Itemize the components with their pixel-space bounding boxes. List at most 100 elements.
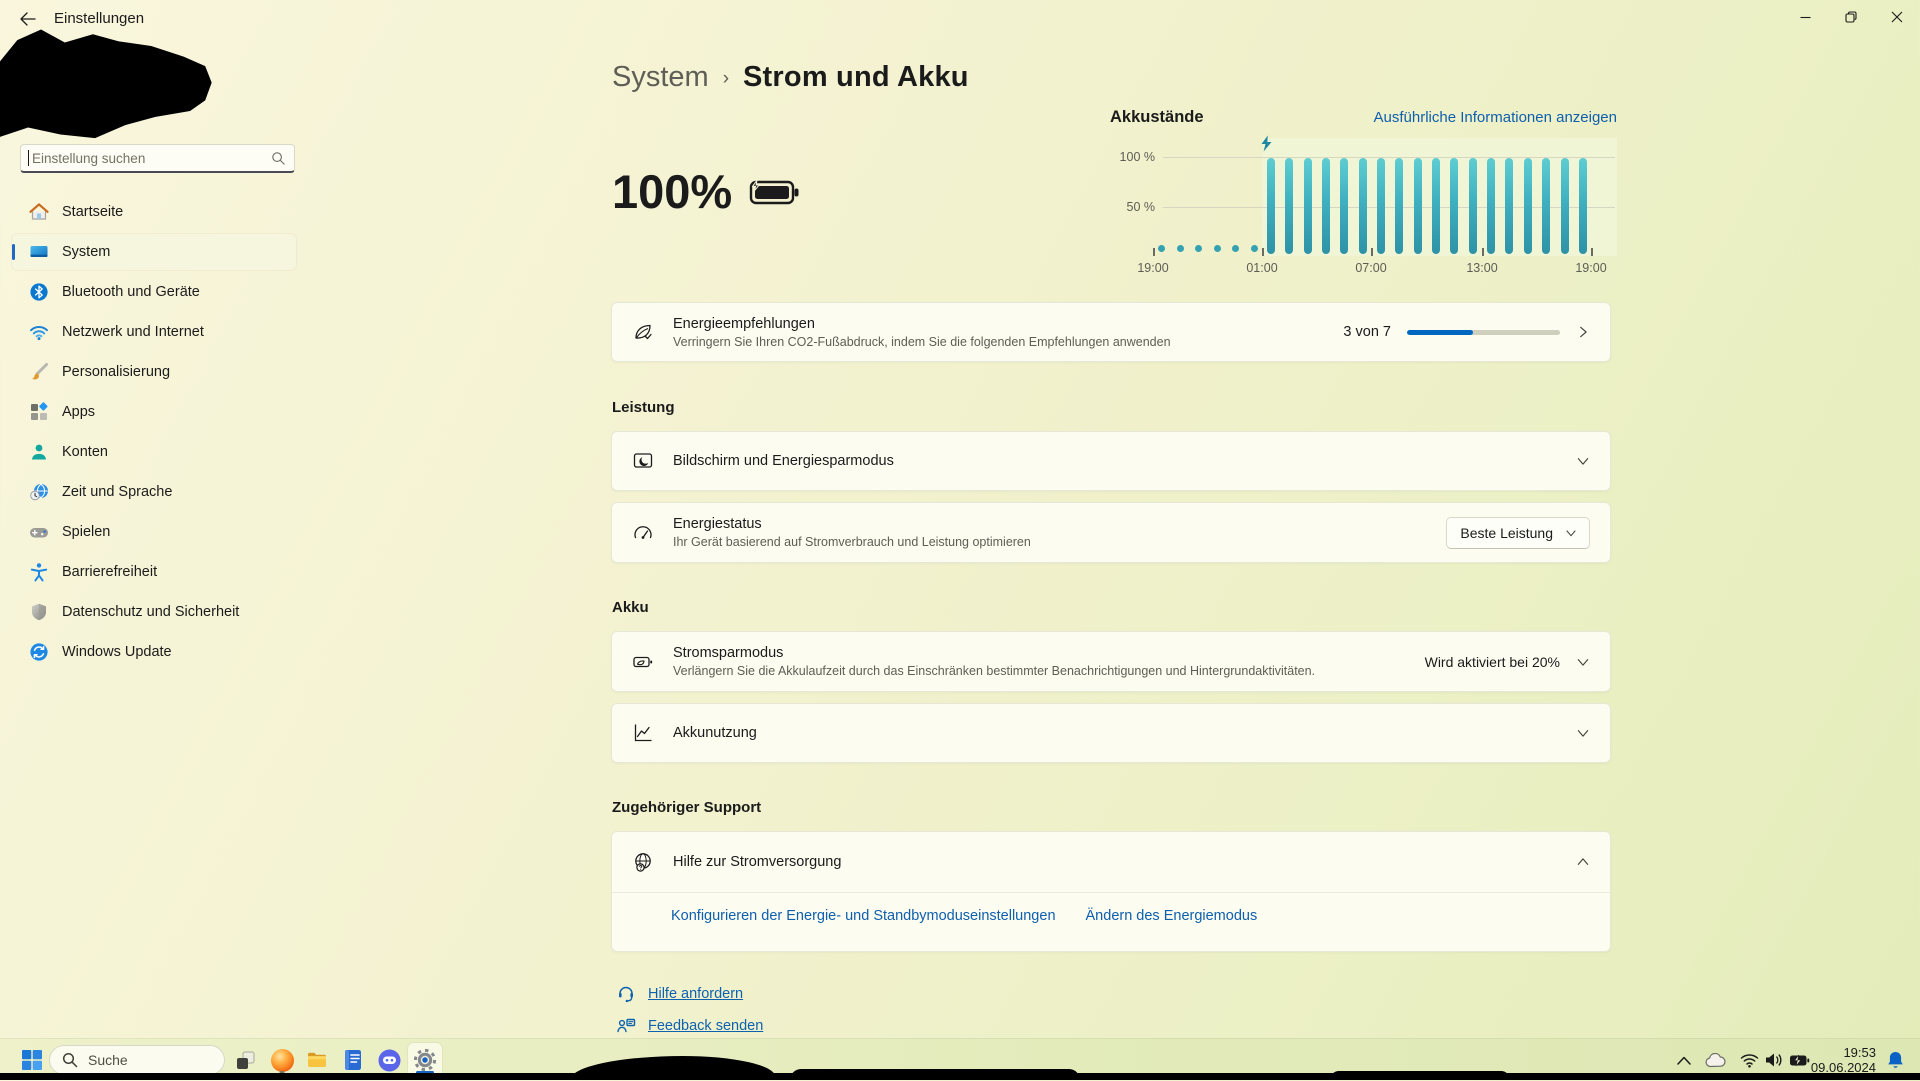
sidebar-item-label: Apps [62,404,96,420]
firefox-button[interactable] [265,1043,299,1077]
chevron-right-icon [1580,326,1587,338]
settings-sidebar: Startseite System Bluetooth und Geräte N… [12,194,296,674]
feedback-icon [617,1018,636,1033]
sidebar-item-label: Barrierefreiheit [62,564,158,580]
x-tick-mark [1482,248,1484,256]
x-tick-label: 01:00 [1246,261,1278,275]
energy-recommendations-card[interactable]: Energieempfehlungen Verringern Sie Ihren… [611,302,1611,362]
chevron-down-icon[interactable] [1576,454,1590,468]
send-feedback-link[interactable]: Feedback senden [616,1016,763,1036]
battery-level-hero: 100% [612,164,800,219]
sidebar-item-datenschutz[interactable]: Datenschutz und Sicherheit [12,594,296,630]
chevron-down-icon[interactable] [1576,655,1590,669]
display-sleep-card[interactable]: Bildschirm und Energiesparmodus [611,431,1611,491]
x-tick-label: 07:00 [1355,261,1387,275]
taskbar-search-placeholder: Suche [88,1052,128,1068]
close-button[interactable] [1874,0,1920,34]
section-heading-akku: Akku [612,599,649,616]
chevron-up-icon[interactable] [1576,855,1590,869]
sidebar-item-system[interactable]: System [12,234,296,270]
power-help-card: Hilfe zur Stromversorgung Konfigurieren … [611,831,1611,952]
energy-mode-dropdown[interactable]: Beste Leistung [1446,516,1590,549]
sidebar-item-windows-update[interactable]: Windows Update [12,634,296,670]
change-energy-mode-link[interactable]: Ändern des Energiemodus [1086,908,1258,924]
x-tick-mark [1371,248,1373,256]
get-help-icon [619,986,633,1003]
y-tick-100: 100 % [1119,150,1155,164]
battery-charging-icon [1789,1054,1809,1066]
y-tick-50: 50 % [1126,200,1156,214]
gaming-icon [30,528,48,538]
x-tick-mark [1153,248,1155,256]
privacy-shield-icon [32,603,46,621]
sidebar-item-label: Konten [62,444,108,460]
globe-help-icon [635,853,651,872]
breadcrumb-parent[interactable]: System [612,60,709,94]
file-explorer-button[interactable] [300,1043,334,1077]
x-tick-mark [1591,248,1593,256]
card-subtitle: Verlängern Sie die Akkulaufzeit durch da… [673,664,1316,678]
search-placeholder: Einstellung suchen [32,150,146,166]
card-subtitle: Ihr Gerät basierend auf Stromverbrauch u… [673,535,1031,549]
sidebar-item-label: Netzwerk und Internet [62,324,204,340]
back-arrow-icon [20,12,36,26]
send-feedback-label: Feedback senden [648,1018,764,1034]
redacted-strip [1330,1071,1510,1080]
accounts-icon [32,444,46,460]
charging-bolt-icon [1261,135,1272,152]
sidebar-item-barrierefreiheit[interactable]: Barrierefreiheit [12,554,296,590]
bluetooth-icon [30,283,48,301]
configure-power-link[interactable]: Konfigurieren der Energie- und Standbymo… [671,908,1056,924]
tray-time: 19:53 [1843,1045,1876,1060]
sidebar-item-spielen[interactable]: Spielen [12,514,296,550]
writer-button[interactable] [336,1043,370,1077]
battery-usage-card[interactable]: Akkunutzung [611,703,1611,763]
bell-icon [1887,1052,1903,1068]
sidebar-item-label: System [62,244,111,260]
energy-status-card: Energiestatus Ihr Gerät basierend auf St… [611,502,1611,563]
sidebar-item-personalisierung[interactable]: Personalisierung [12,354,296,390]
accessibility-icon [30,563,48,582]
battery-saver-card[interactable]: Stromsparmodus Verlängern Sie die Akkula… [611,631,1611,692]
home-icon [29,203,49,220]
sidebar-item-startseite[interactable]: Startseite [12,194,296,230]
restore-button[interactable] [1828,0,1874,34]
sidebar-item-konten[interactable]: Konten [12,434,296,470]
search-icon [62,1052,78,1068]
battery-full-charging-icon [750,179,799,204]
x-tick-label: 13:00 [1466,261,1498,275]
start-button[interactable] [15,1043,49,1077]
discord-button[interactable] [372,1043,406,1077]
sidebar-item-bluetooth[interactable]: Bluetooth und Geräte [12,274,296,310]
x-tick-label: 19:00 [1137,261,1169,275]
x-tick-label: 19:00 [1575,261,1607,275]
sidebar-item-label: Personalisierung [62,364,171,380]
sidebar-item-netzwerk[interactable]: Netzwerk und Internet [12,314,296,350]
taskbar-search[interactable]: Suche [49,1045,225,1075]
discord-icon [378,1049,400,1071]
detailed-info-link[interactable]: Ausführliche Informationen anzeigen [1374,109,1618,126]
power-help-header[interactable]: Hilfe zur Stromversorgung [612,832,1610,892]
settings-button[interactable] [408,1043,442,1077]
breadcrumb: System › Strom und Akku [612,58,969,96]
sidebar-item-label: Windows Update [62,644,172,660]
section-heading-support: Zugehöriger Support [612,799,762,816]
settings-search-input[interactable]: Einstellung suchen [20,144,295,173]
sidebar-item-zeit-sprache[interactable]: Zeit und Sprache [12,474,296,510]
card-title: Energiestatus [673,516,762,532]
battery-levels-chart: Akkustände Ausführliche Informationen an… [1105,98,1617,298]
get-help-link[interactable]: Hilfe anfordern [616,984,743,1004]
back-button[interactable] [14,8,42,30]
recommendations-count: 3 von 7 [1343,324,1391,340]
cloud-icon [1705,1052,1726,1067]
chart-dots [1158,245,1258,252]
task-view-button[interactable] [228,1043,262,1077]
chevron-down-icon[interactable] [1576,726,1590,740]
sidebar-item-label: Zeit und Sprache [62,484,173,500]
sidebar-item-apps[interactable]: Apps [12,394,296,430]
section-heading-leistung: Leistung [612,399,675,416]
minimize-button[interactable] [1782,0,1828,34]
card-subtitle: Verringern Sie Ihren CO2-Fußabdruck, ind… [673,334,1171,349]
close-icon [1891,11,1903,23]
redacted-area [0,29,212,139]
